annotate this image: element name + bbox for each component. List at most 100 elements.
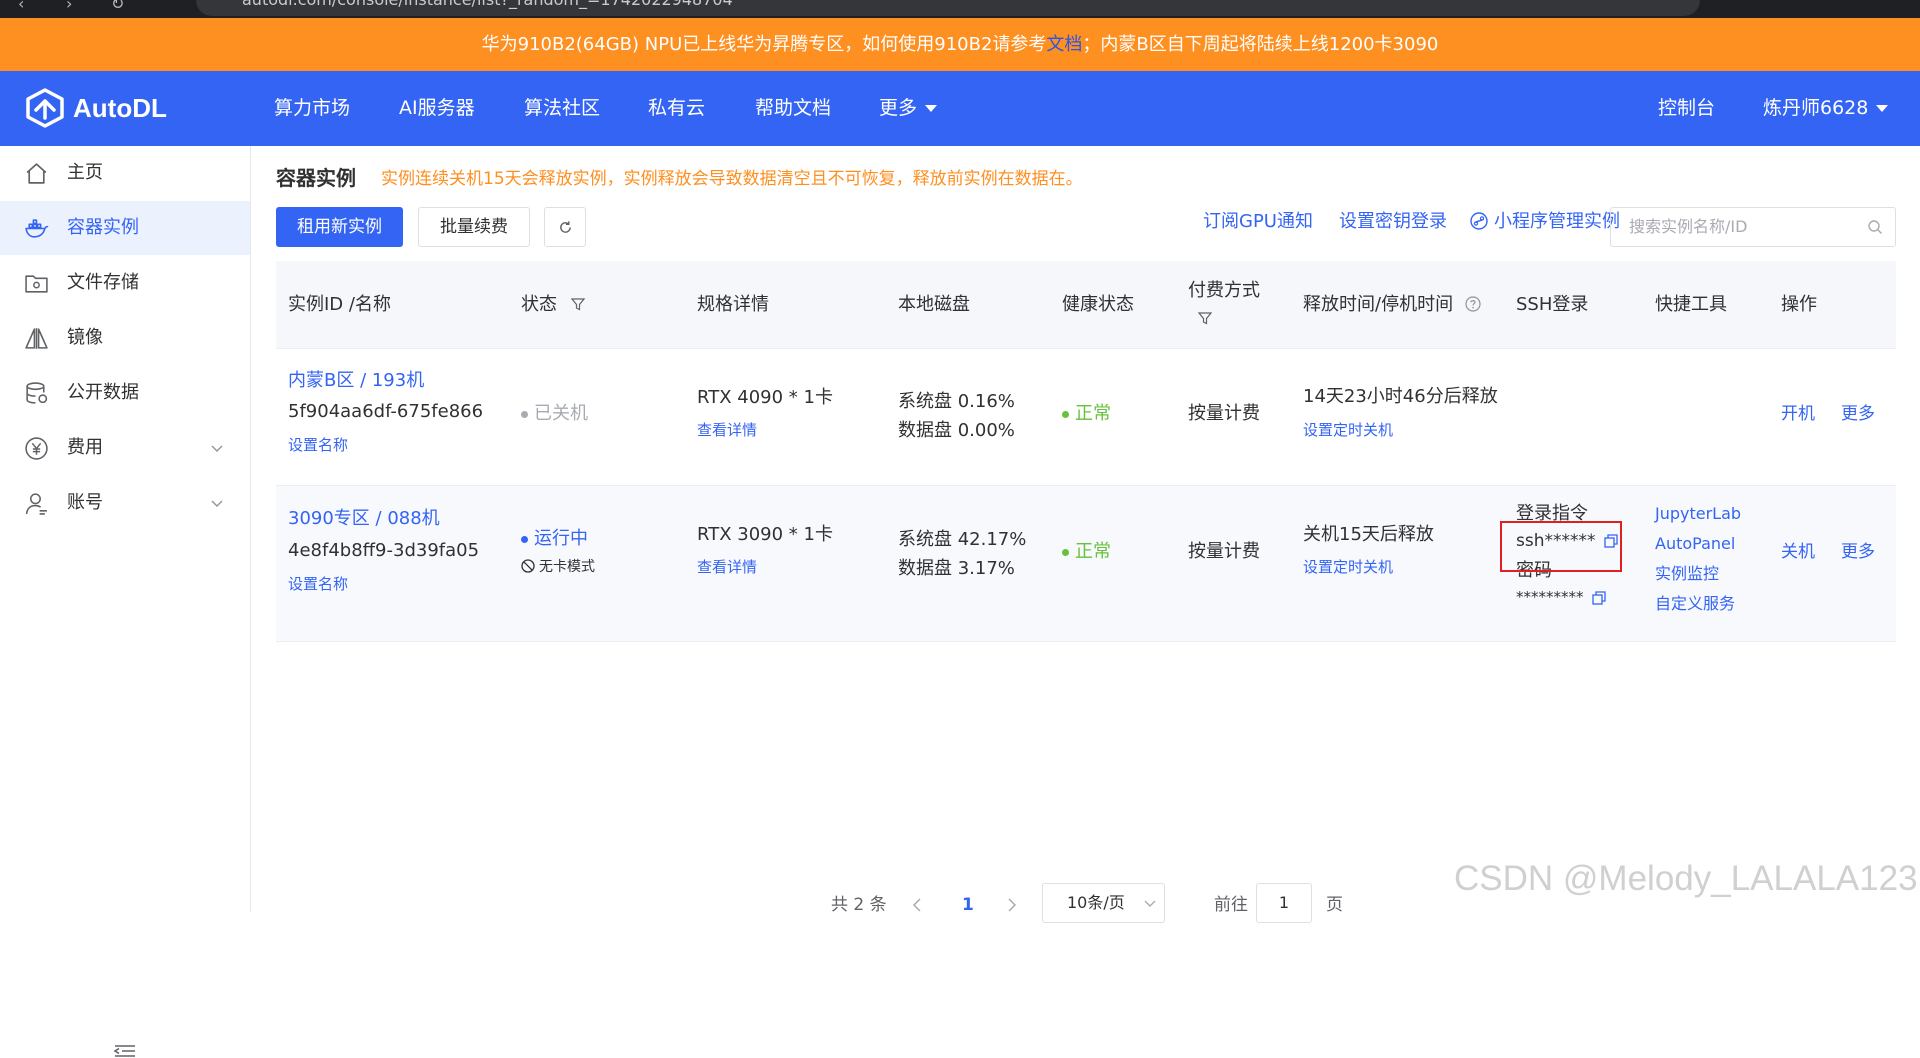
nav-compute-market[interactable]: 算力市场 <box>274 71 350 146</box>
database-icon <box>26 382 48 404</box>
chevron-down-icon <box>211 500 223 507</box>
brand-name[interactable]: AutoDL <box>73 91 167 125</box>
table-row: 内蒙B区 / 193机 5f904aa6df-675fe866 设置名称 已关机… <box>276 349 1896 486</box>
release-warning: 实例连续关机15天会释放实例，实例释放会导致数据清空且不可恢复，释放前实例在数据… <box>381 169 1083 189</box>
chevron-down-icon <box>211 445 223 452</box>
nav-console[interactable]: 控制台 <box>1658 71 1715 146</box>
table-row: 3090专区 / 088机 4e8f4b8ff9-3d39fa05 设置名称 运… <box>276 486 1896 642</box>
instance-name-link[interactable]: 3090专区 / 088机 <box>288 506 440 532</box>
announcement-text-2: ；内蒙B区自下周起将陆续上线1200卡3090 <box>1082 34 1439 55</box>
nav-private-cloud[interactable]: 私有云 <box>648 71 705 146</box>
sidebar-item-public-data[interactable]: 公开数据 <box>0 366 250 420</box>
header-spec: 规格详情 <box>697 294 769 315</box>
sidebar-item-label: 镜像 <box>67 327 103 348</box>
forward-icon[interactable]: › <box>66 0 72 12</box>
status-text: 运行中 <box>534 528 588 549</box>
status-dot <box>521 535 528 543</box>
password-text: ********* <box>1516 588 1584 606</box>
help-icon[interactable] <box>1465 296 1481 312</box>
nav-more[interactable]: 更多 <box>879 71 938 146</box>
header-tools: 快捷工具 <box>1655 294 1727 315</box>
header-disk: 本地磁盘 <box>898 294 970 315</box>
tool-autopanel-link[interactable]: AutoPanel <box>1655 531 1735 557</box>
instance-search-input[interactable]: 搜索实例名称/ID <box>1610 207 1896 247</box>
address-bar[interactable]: autodl.com/console/instance/list?_random… <box>196 0 1700 16</box>
tool-monitor-link[interactable]: 实例监控 <box>1655 561 1719 587</box>
nav-help-docs[interactable]: 帮助文档 <box>755 71 831 146</box>
goto-prefix: 前往 <box>1214 895 1248 915</box>
sidebar-item-account[interactable]: 账号 <box>0 476 250 530</box>
sidebar: 主页 容器实例 文件存储 镜像 公开数据 费用 账号 <box>0 146 251 1057</box>
main-content: 容器实例 实例连续关机15天会释放实例，实例释放会导致数据清空且不可恢复，释放前… <box>276 146 1896 923</box>
reload-icon[interactable]: ↻ <box>111 0 124 12</box>
goto-suffix: 页 <box>1326 895 1343 915</box>
user-name: 炼丹师6628 <box>1763 97 1869 119</box>
announcement-doc-link[interactable]: 文档 <box>1046 34 1082 55</box>
status-text: 已关机 <box>534 403 588 424</box>
power-on-button[interactable]: 开机 <box>1781 401 1815 427</box>
power-off-button[interactable]: 关机 <box>1781 539 1815 565</box>
subscribe-gpu-link[interactable]: 订阅GPU通知 <box>1203 206 1313 238</box>
folder-icon <box>25 275 48 293</box>
set-name-link[interactable]: 设置名称 <box>288 432 348 458</box>
announcement-bar: 华为910B2(64GB) NPU已上线华为昇腾专区，如何使用910B2请参考文… <box>0 18 1920 71</box>
instance-name-link[interactable]: 内蒙B区 / 193机 <box>288 368 424 394</box>
batch-renew-button[interactable]: 批量续费 <box>418 207 530 247</box>
billing-mode: 按量计费 <box>1188 403 1260 424</box>
prev-page-icon[interactable] <box>912 898 922 912</box>
nav-ai-server[interactable]: AI服务器 <box>399 71 475 146</box>
refresh-button[interactable] <box>544 207 586 247</box>
set-timer-shutdown-link[interactable]: 设置定时关机 <box>1303 417 1393 443</box>
sidebar-item-file-storage[interactable]: 文件存储 <box>0 256 250 310</box>
sidebar-item-home[interactable]: 主页 <box>0 146 250 200</box>
rent-new-instance-button[interactable]: 租用新实例 <box>276 207 403 247</box>
ssh-key-login-link[interactable]: 设置密钥登录 <box>1339 206 1447 238</box>
header-health: 健康状态 <box>1062 294 1134 315</box>
search-placeholder: 搜索实例名称/ID <box>1629 217 1748 236</box>
pagination-current-page[interactable]: 1 <box>962 885 974 925</box>
filter-icon[interactable] <box>570 297 586 311</box>
sidebar-item-label: 费用 <box>67 437 103 458</box>
filter-icon[interactable] <box>1198 311 1212 325</box>
csdn-watermark: CSDN @Melody_LALALA123 <box>1454 859 1918 898</box>
next-page-icon[interactable] <box>1007 898 1017 912</box>
copy-icon[interactable] <box>1591 590 1606 605</box>
sidebar-item-billing[interactable]: 费用 <box>0 421 250 475</box>
spec-detail-link[interactable]: 查看详情 <box>697 417 757 443</box>
health-status: 正常 <box>1062 539 1111 565</box>
address-text: autodl.com/console/instance/list?_random… <box>242 0 733 9</box>
miniprogram-link[interactable]: 小程序管理实例 <box>1470 206 1620 238</box>
sidebar-item-label: 公开数据 <box>67 382 139 403</box>
yen-icon <box>25 437 48 460</box>
header-ops: 操作 <box>1781 294 1817 315</box>
health-text: 正常 <box>1075 541 1111 562</box>
refresh-icon <box>559 220 571 233</box>
more-actions-button[interactable]: 更多 <box>1841 401 1875 427</box>
container-icon <box>25 219 49 238</box>
status-badge: 已关机 <box>521 401 588 427</box>
instance-id: 5f904aa6df-675fe866 <box>288 401 484 422</box>
spec-detail-link[interactable]: 查看详情 <box>697 554 757 580</box>
chevron-down-icon <box>925 105 938 112</box>
tool-jupyterlab-link[interactable]: JupyterLab <box>1655 501 1741 527</box>
more-actions-button[interactable]: 更多 <box>1841 539 1875 565</box>
sidebar-item-images[interactable]: 镜像 <box>0 311 250 365</box>
goto-page-input[interactable]: 1 <box>1256 883 1312 923</box>
annotation-highlight-box <box>1500 521 1622 572</box>
instance-id: 4e8f4b8ff9-3d39fa05 <box>288 540 480 561</box>
image-icon <box>25 328 48 349</box>
sidebar-item-container-instances[interactable]: 容器实例 <box>0 201 250 255</box>
set-name-link[interactable]: 设置名称 <box>288 571 348 597</box>
user-menu[interactable]: 炼丹师6628 <box>1763 71 1889 146</box>
nav-algorithm-community[interactable]: 算法社区 <box>524 71 600 146</box>
sidebar-item-label: 容器实例 <box>67 217 139 238</box>
back-icon[interactable]: ‹ <box>18 0 24 12</box>
header-status-label: 状态 <box>521 294 557 315</box>
set-timer-shutdown-link[interactable]: 设置定时关机 <box>1303 554 1393 580</box>
header-ssh: SSH登录 <box>1516 294 1589 315</box>
page-size-select[interactable]: 10条/页 <box>1042 883 1165 923</box>
health-dot <box>1062 548 1069 556</box>
tool-custom-service-link[interactable]: 自定义服务 <box>1655 591 1735 617</box>
collapse-sidebar-icon[interactable] <box>113 1044 137 1058</box>
home-icon <box>26 163 47 184</box>
